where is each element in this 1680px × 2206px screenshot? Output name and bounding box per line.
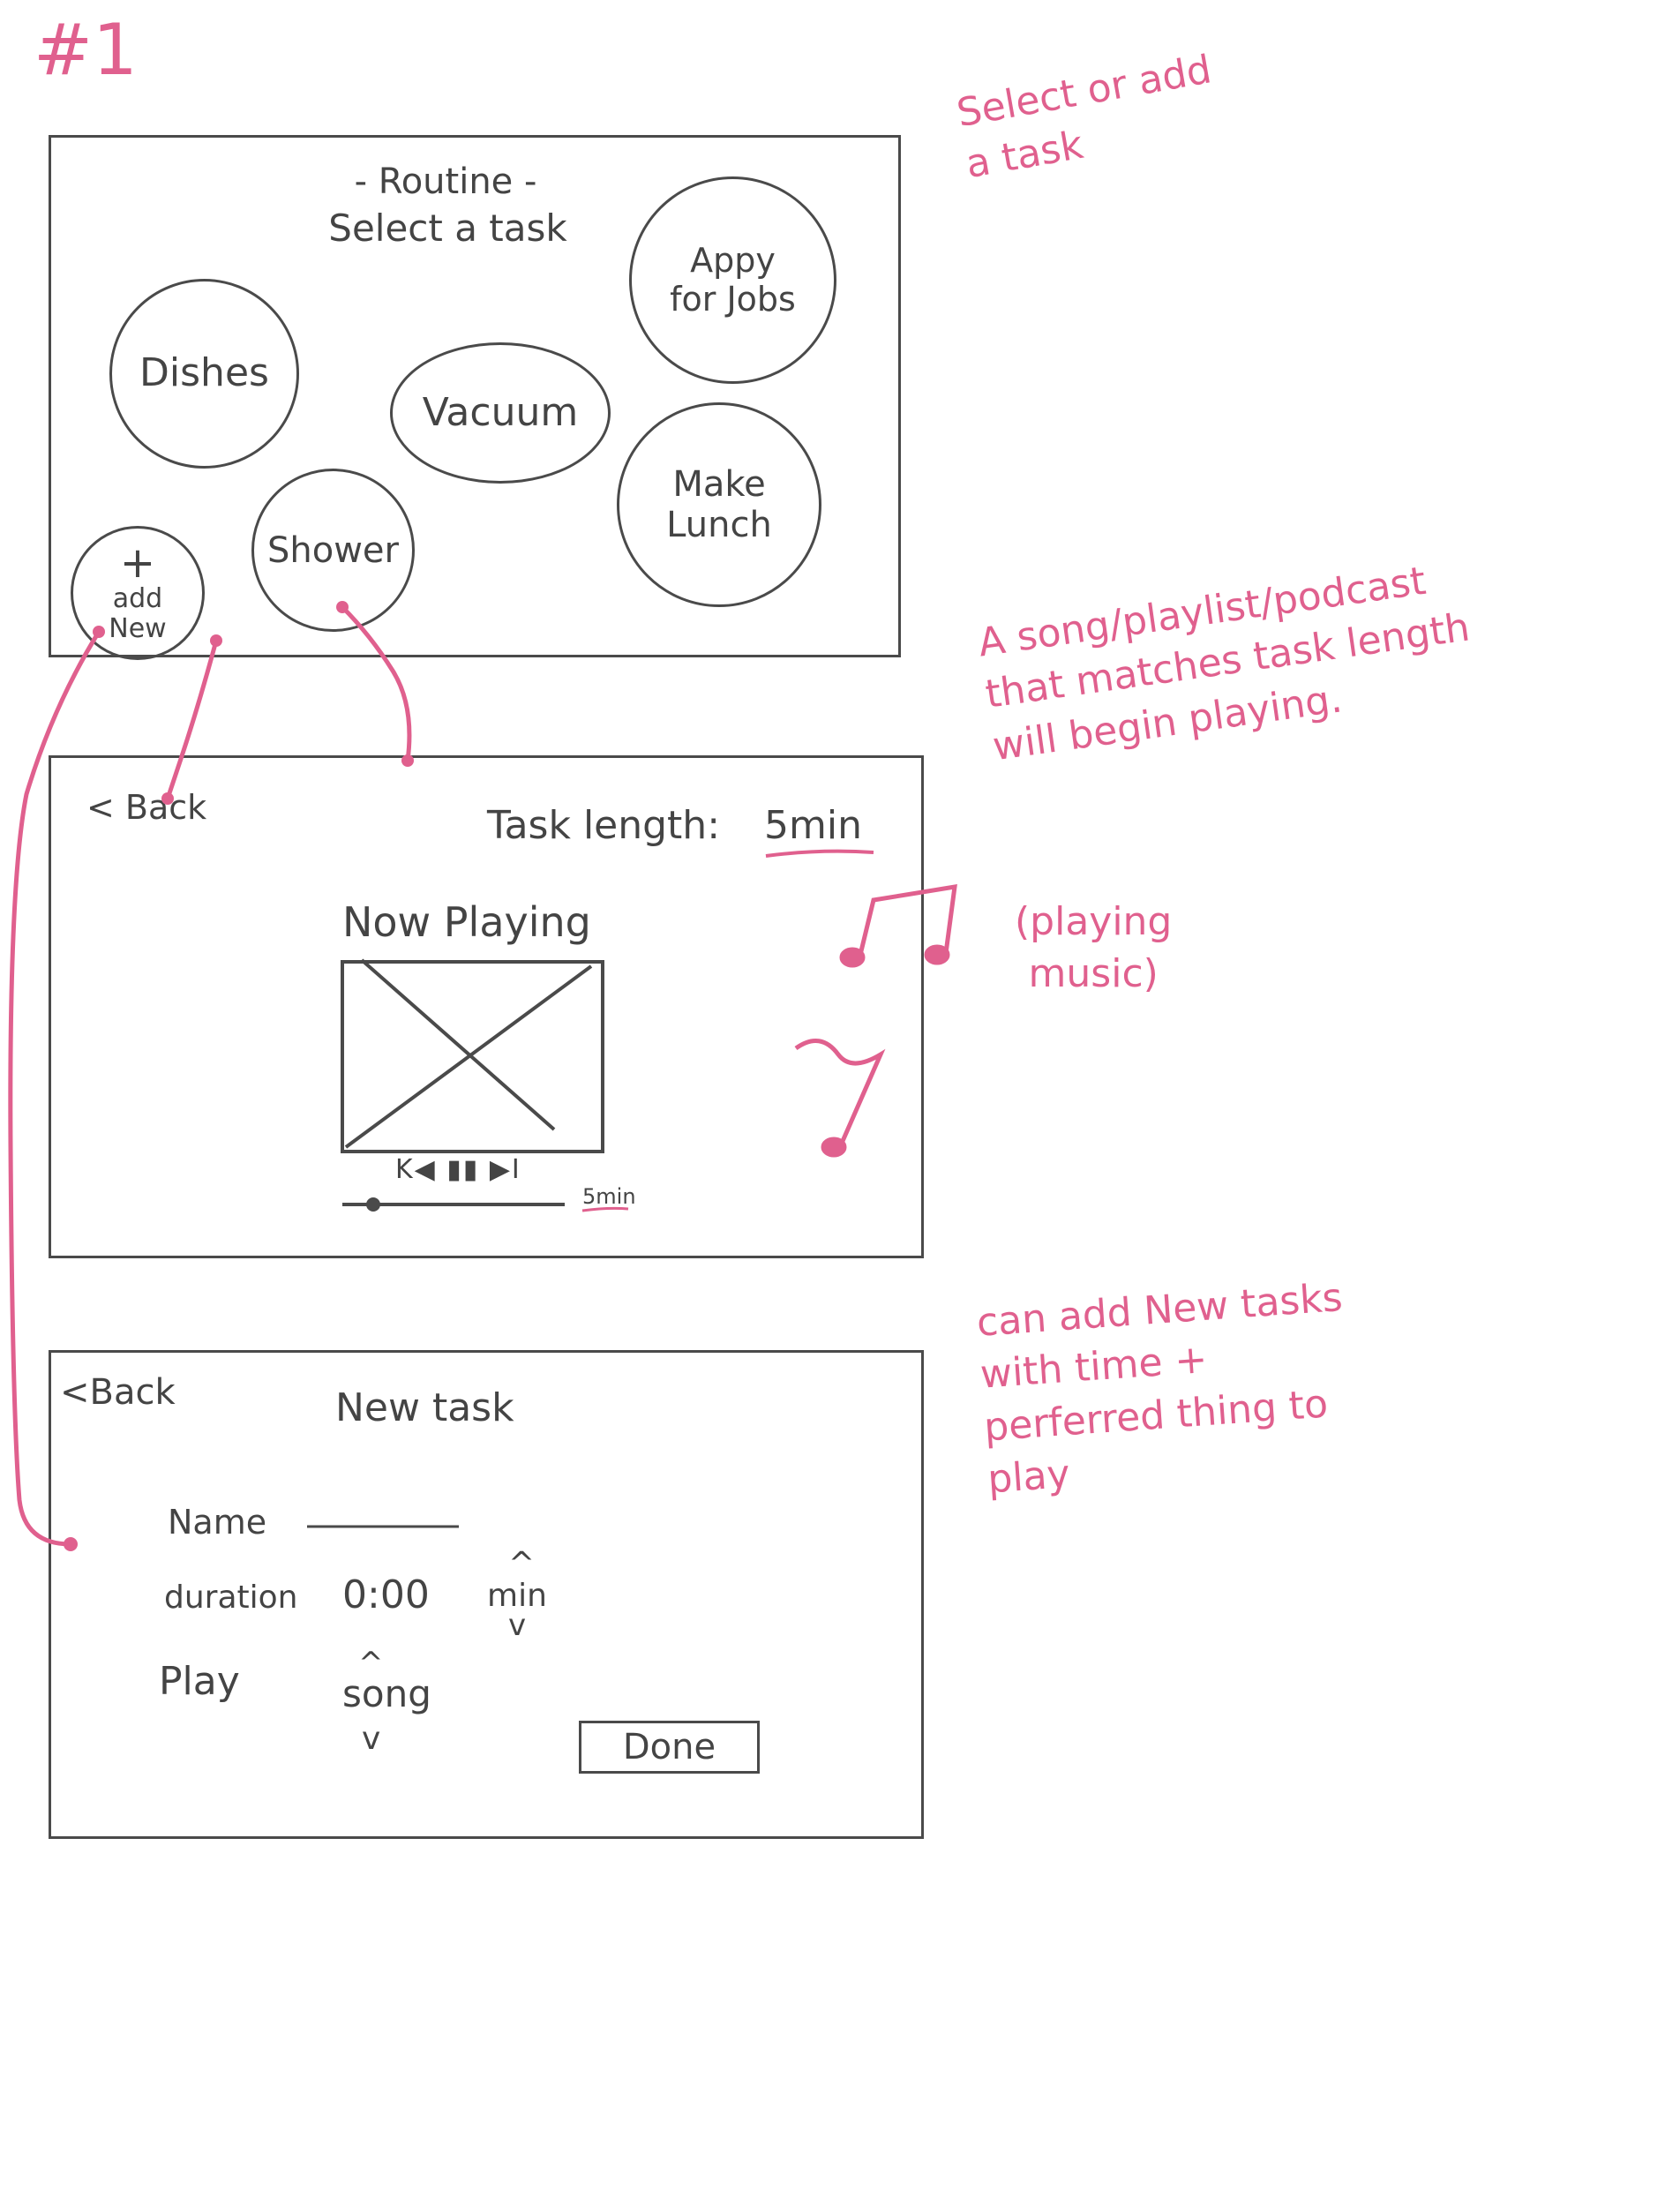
album-art-placeholder — [341, 958, 604, 1153]
flow-connectors — [8, 604, 412, 1547]
progress-slider — [342, 1197, 565, 1212]
duration-underline — [581, 1206, 629, 1212]
sketch-overlay — [8, 601, 957, 1551]
music-note-icon-2 — [794, 1039, 886, 1158]
task-length-underline — [765, 849, 874, 858]
music-note-icon — [839, 883, 957, 968]
